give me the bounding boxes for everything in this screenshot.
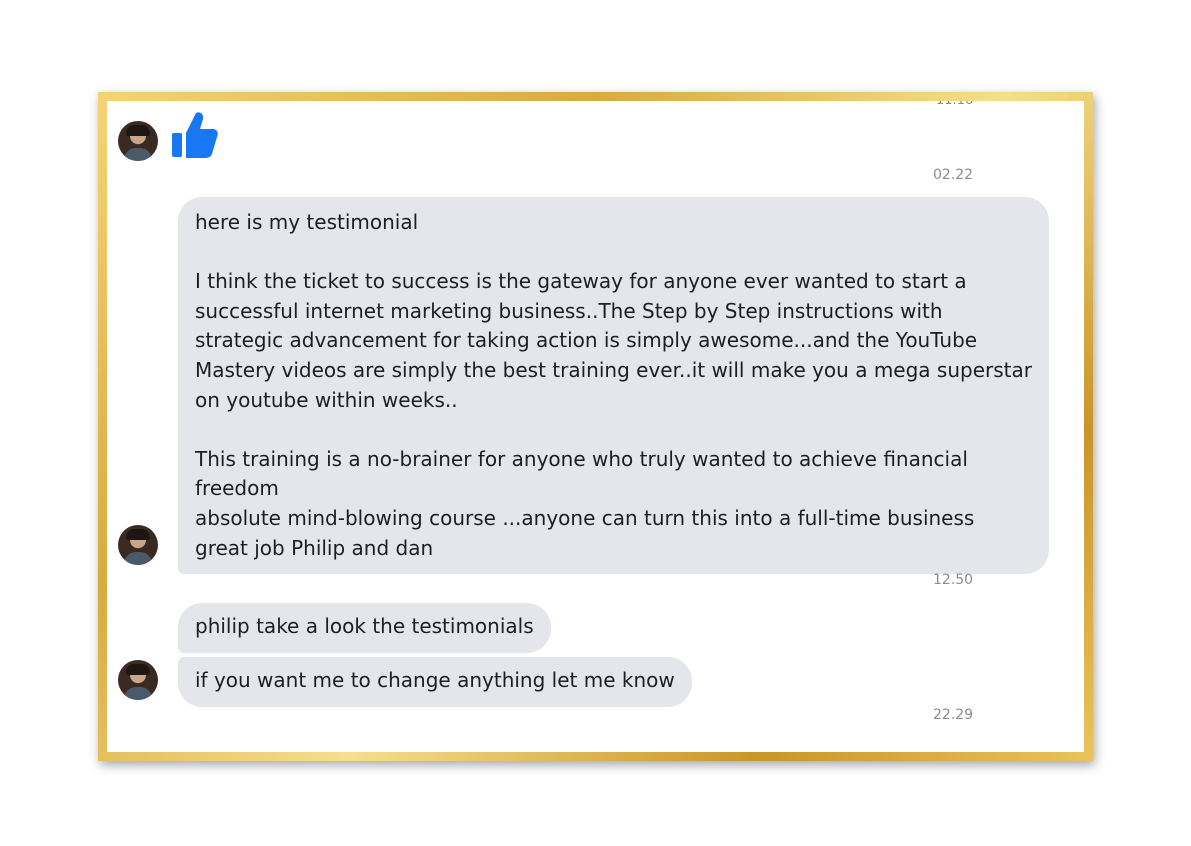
timestamp: 22.29: [933, 707, 974, 723]
timestamp: 12.50: [933, 572, 974, 588]
avatar[interactable]: [118, 660, 158, 700]
message-bubble[interactable]: if you want me to change anything let me…: [178, 657, 692, 707]
message-spacer: [195, 238, 1032, 268]
message-line: great job Philip and dan: [195, 535, 434, 560]
message-text: if you want me to change anything let me…: [195, 668, 675, 692]
avatar[interactable]: [118, 121, 158, 161]
message-spacer: [195, 415, 1032, 445]
timestamp: 02.22: [933, 167, 974, 183]
gold-frame: 11.16 02.22 here is my testimonial I thi…: [98, 92, 1093, 761]
thumbs-up-icon: [172, 112, 218, 158]
message-line: here is my testimonial: [195, 210, 419, 234]
avatar[interactable]: [118, 525, 158, 565]
message-line: absolute mind-blowing course ...anyone c…: [195, 505, 975, 530]
message-text: philip take a look the testimonials: [195, 614, 534, 638]
chat-thread: 11.16 02.22 here is my testimonial I thi…: [107, 101, 1084, 752]
cut-off-timestamp: 11.16: [936, 93, 974, 108]
message-paragraph: This training is a no-brainer for anyone…: [195, 446, 975, 501]
message-paragraph: I think the ticket to success is the gat…: [195, 269, 1039, 412]
message-bubble[interactable]: philip take a look the testimonials: [178, 603, 551, 653]
message-bubble-testimonial[interactable]: here is my testimonial I think the ticke…: [178, 197, 1049, 574]
